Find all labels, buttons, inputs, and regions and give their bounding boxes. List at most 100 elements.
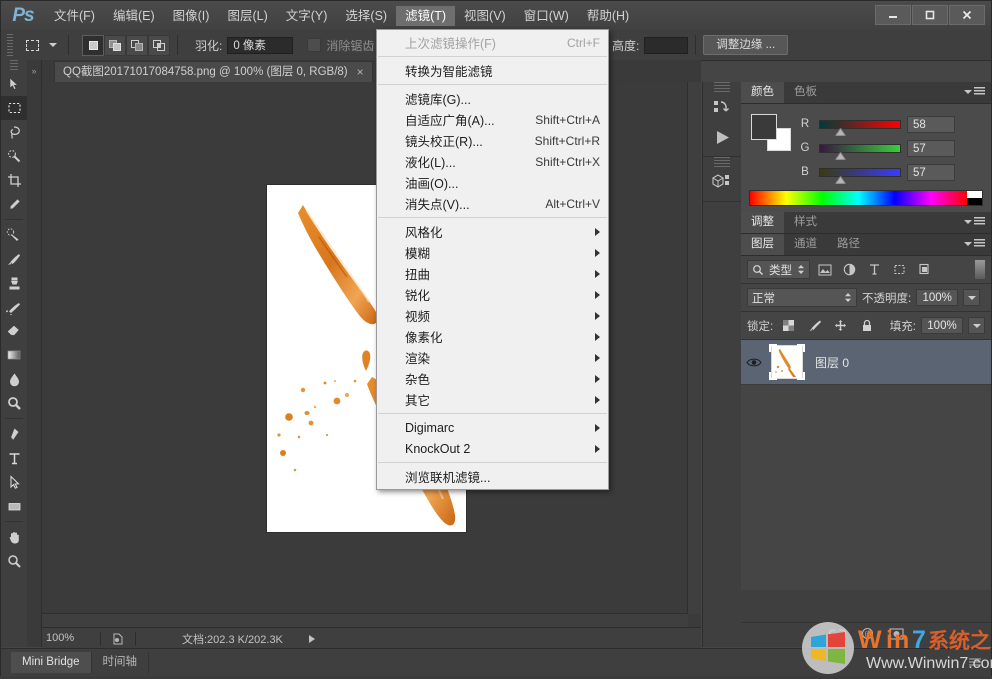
layer-mask-icon[interactable]	[889, 628, 904, 643]
lasso-tool[interactable]	[1, 120, 27, 144]
menu-type[interactable]: 文字(Y)	[277, 6, 337, 26]
menu-filter[interactable]: 滤镜(T)	[396, 6, 455, 26]
menu-file[interactable]: 文件(F)	[45, 6, 104, 26]
menu-item-stylize[interactable]: 风格化	[377, 221, 608, 242]
tab-layers[interactable]: 图层	[741, 234, 784, 255]
left-collapsed-strip[interactable]: »	[27, 60, 42, 647]
slider-track-r[interactable]	[819, 120, 901, 129]
spectrum-white-black[interactable]	[967, 191, 982, 205]
rectangular-marquee-icon[interactable]	[19, 34, 45, 56]
tab-adjustments[interactable]: 调整	[741, 212, 784, 233]
fill-value[interactable]: 100%	[921, 317, 963, 334]
menu-item-filter-gallery[interactable]: 滤镜库(G)...	[377, 88, 608, 109]
tab-styles[interactable]: 样式	[784, 212, 827, 233]
channel-value-b[interactable]: 57	[907, 164, 955, 181]
menu-item-blur[interactable]: 模糊	[377, 242, 608, 263]
menu-item-knockout2[interactable]: KnockOut 2	[377, 438, 608, 459]
color-spectrum-ramp[interactable]	[749, 190, 983, 206]
menu-item-pixelate[interactable]: 像素化	[377, 326, 608, 347]
panel-menu-icon[interactable]	[964, 217, 985, 226]
subtract-from-selection-button[interactable]	[126, 35, 148, 56]
fill-chevron-down-icon[interactable]	[968, 317, 985, 334]
tab-timeline[interactable]: 时间轴	[92, 652, 150, 673]
horizontal-type-tool[interactable]	[1, 446, 27, 470]
opacity-value[interactable]: 100%	[916, 289, 958, 306]
pen-tool[interactable]	[1, 422, 27, 446]
actions-play-icon[interactable]	[703, 122, 741, 152]
menu-item-other[interactable]: 其它	[377, 389, 608, 410]
opacity-chevron-down-icon[interactable]	[963, 289, 980, 306]
history-icon[interactable]	[703, 92, 741, 122]
menu-item-render[interactable]: 渲染	[377, 347, 608, 368]
menu-view[interactable]: 视图(V)	[455, 6, 515, 26]
tool-preset-chevron-down-icon[interactable]	[45, 43, 61, 47]
panel-group-grip[interactable]	[703, 157, 741, 167]
slider-thumb-b[interactable]	[835, 176, 846, 184]
pixel-filter-icon[interactable]	[814, 260, 835, 279]
close-icon[interactable]	[949, 5, 985, 25]
slider-track-g[interactable]	[819, 144, 901, 153]
canvas-horizontal-scrollbar[interactable]	[42, 613, 688, 627]
clone-stamp-tool[interactable]	[1, 271, 27, 295]
intersect-selection-button[interactable]	[148, 35, 170, 56]
slider-track-b[interactable]	[819, 168, 901, 177]
add-to-selection-button[interactable]	[104, 35, 126, 56]
adjustment-filter-icon[interactable]	[839, 260, 860, 279]
rectangular-marquee-tool[interactable]	[1, 96, 27, 120]
zoom-tool[interactable]	[1, 549, 27, 573]
panel-menu-icon[interactable]	[964, 239, 985, 248]
options-bar-grip[interactable]	[5, 34, 15, 56]
panel-menu-icon[interactable]	[964, 87, 985, 96]
menu-item-last-filter[interactable]: 上次滤镜操作(F) Ctrl+F	[377, 32, 608, 53]
eraser-tool[interactable]	[1, 319, 27, 343]
menu-image[interactable]: 图像(I)	[164, 6, 219, 26]
channel-value-r[interactable]: 58	[907, 116, 955, 133]
tab-swatches[interactable]: 色板	[784, 82, 827, 103]
lock-image-icon[interactable]	[804, 316, 825, 335]
table-row[interactable]: 图层 0	[741, 340, 991, 385]
tab-channels[interactable]: 通道	[784, 234, 827, 255]
menu-edit[interactable]: 编辑(E)	[104, 6, 164, 26]
expand-chevron-icon[interactable]: »	[27, 66, 41, 76]
tab-color[interactable]: 颜色	[741, 82, 784, 103]
menu-item-digimarc[interactable]: Digimarc	[377, 417, 608, 438]
document-icon[interactable]	[107, 633, 129, 645]
lock-transparency-icon[interactable]	[778, 316, 799, 335]
shape-filter-icon[interactable]	[889, 260, 910, 279]
panel-group-grip[interactable]	[703, 82, 741, 92]
gradient-tool[interactable]	[1, 343, 27, 367]
document-tab[interactable]: QQ截图20171017084758.png @ 100% (图层 0, RGB…	[54, 61, 373, 82]
tab-mini-bridge[interactable]: Mini Bridge	[11, 652, 92, 673]
menu-layer[interactable]: 图层(L)	[218, 6, 276, 26]
hand-tool[interactable]	[1, 525, 27, 549]
spot-healing-brush-tool[interactable]	[1, 223, 27, 247]
3d-icon[interactable]	[703, 167, 741, 197]
layer-filter-select[interactable]: 类型	[747, 260, 810, 279]
history-brush-tool[interactable]	[1, 295, 27, 319]
quick-selection-tool[interactable]	[1, 144, 27, 168]
crop-tool[interactable]	[1, 168, 27, 192]
menu-item-video[interactable]: 视频	[377, 305, 608, 326]
brush-tool[interactable]	[1, 247, 27, 271]
layer-thumbnail[interactable]	[767, 342, 807, 382]
menu-item-adaptive-wide-angle[interactable]: 自适应广角(A)... Shift+Ctrl+A	[377, 109, 608, 130]
menu-item-noise[interactable]: 杂色	[377, 368, 608, 389]
link-layers-icon[interactable]	[829, 628, 846, 642]
antialias-checkbox[interactable]: 消除锯齿	[307, 37, 374, 54]
menu-help[interactable]: 帮助(H)	[578, 6, 638, 26]
status-expand-icon[interactable]	[309, 635, 315, 643]
blur-tool[interactable]	[1, 367, 27, 391]
rectangle-tool[interactable]	[1, 494, 27, 518]
move-tool[interactable]	[1, 72, 27, 96]
spectrum-hues[interactable]	[750, 191, 967, 205]
menu-item-lens-correction[interactable]: 镜头校正(R)... Shift+Ctrl+R	[377, 130, 608, 151]
foreground-color-swatch[interactable]	[751, 114, 777, 140]
tab-paths[interactable]: 路径	[827, 234, 870, 255]
channel-value-g[interactable]: 57	[907, 140, 955, 157]
eyedropper-tool[interactable]	[1, 192, 27, 216]
layer-name[interactable]: 图层 0	[815, 354, 849, 371]
height-input[interactable]	[644, 37, 688, 54]
tools-panel-grip[interactable]	[1, 60, 27, 72]
slider-thumb-g[interactable]	[835, 152, 846, 160]
menu-item-oil-paint[interactable]: 油画(O)...	[377, 172, 608, 193]
